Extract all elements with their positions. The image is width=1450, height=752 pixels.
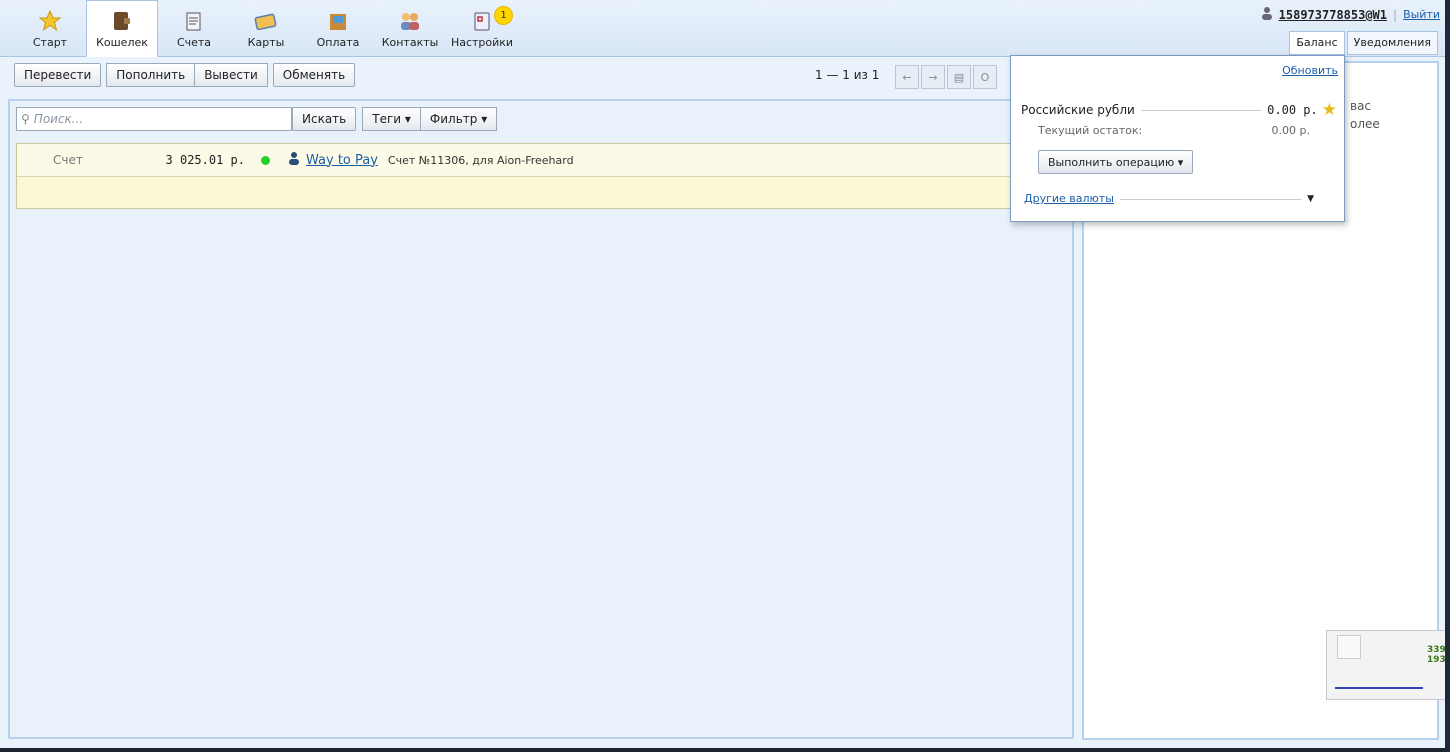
divider xyxy=(1119,198,1302,200)
right-panel-tabs: Баланс Уведомления xyxy=(1287,31,1438,55)
user-icon xyxy=(1261,6,1273,23)
search-row: ⚲ Поиск... Искать Теги ▾ Фильтр ▾ xyxy=(16,107,498,131)
star-icon xyxy=(38,10,62,32)
user-box: 158973778853@W1 | Выйти xyxy=(1261,6,1440,23)
currency-row: Российские рубли 0.00 р. ★ xyxy=(1021,100,1337,120)
tab-notifications[interactable]: Уведомления xyxy=(1346,31,1438,55)
filter-dropdown[interactable]: Фильтр ▾ xyxy=(420,107,498,131)
tab-cards[interactable]: Карты xyxy=(230,0,302,56)
settings-icon xyxy=(470,10,494,32)
tab-settings-label: Настройки xyxy=(450,36,514,49)
status-dot-icon xyxy=(261,155,270,165)
divider xyxy=(1140,109,1262,111)
invoices-icon xyxy=(182,10,206,32)
exchange-button[interactable]: Обменять xyxy=(272,63,356,87)
search-icon: ⚲ xyxy=(21,112,30,126)
contacts-icon xyxy=(398,10,422,32)
payment-icon xyxy=(326,10,350,32)
thumbnail-numbers: 339 193 xyxy=(1427,645,1446,665)
main-tabs: Старт Кошелек Счета Карты Оплата Контакт… xyxy=(14,0,518,57)
refresh-link[interactable]: Обновить xyxy=(1282,64,1338,77)
tab-invoices[interactable]: Счета xyxy=(158,0,230,56)
search-input[interactable]: ⚲ Поиск... xyxy=(16,107,292,131)
side-text-line2: олее xyxy=(1350,117,1380,131)
pager-buttons: ← → ▤ О xyxy=(895,65,999,89)
thumbnail-line xyxy=(1335,687,1423,689)
other-currencies-link[interactable]: Другие валюты xyxy=(1024,192,1114,205)
favorite-star-icon[interactable]: ★ xyxy=(1322,100,1337,120)
topup-withdraw-group: Пополнить Вывести xyxy=(106,63,268,87)
search-placeholder: Поиск... xyxy=(33,112,84,126)
action-toolbar: Перевести Пополнить Вывести Обменять xyxy=(14,63,356,87)
tags-dropdown[interactable]: Теги ▾ xyxy=(362,107,421,131)
tags-filter-group: Теги ▾ Фильтр ▾ xyxy=(362,107,498,131)
tab-contacts[interactable]: Контакты xyxy=(374,0,446,56)
side-text-line1: вас xyxy=(1350,99,1372,113)
pager-text: 1 — 1 из 1 xyxy=(815,68,880,82)
topup-button[interactable]: Пополнить xyxy=(106,63,196,87)
tab-start[interactable]: Старт xyxy=(14,0,86,56)
row-summary: Счет 3 025.01 р. Way to Pay Счет №11306,… xyxy=(17,144,1065,177)
logout-link[interactable]: Выйти xyxy=(1403,8,1440,21)
tab-wallet[interactable]: Кошелек xyxy=(86,0,158,57)
search-button[interactable]: Искать xyxy=(292,107,357,131)
withdraw-button[interactable]: Вывести xyxy=(195,63,268,87)
transactions-panel: ⚲ Поиск... Искать Теги ▾ Фильтр ▾ Счет 3… xyxy=(8,99,1074,739)
current-balance-label: Текущий остаток: xyxy=(1038,124,1143,137)
side-text: вас олее xyxy=(1350,97,1380,133)
thumbnail-image xyxy=(1337,635,1361,659)
tab-payment[interactable]: Оплата xyxy=(302,0,374,56)
top-navigation: Старт Кошелек Счета Карты Оплата Контакт… xyxy=(0,0,1450,57)
tab-invoices-label: Счета xyxy=(176,36,212,49)
currency-name: Российские рубли xyxy=(1021,103,1135,117)
thumbnail-line2: 193 xyxy=(1427,655,1446,665)
tab-payment-label: Оплата xyxy=(316,36,360,49)
right-border xyxy=(1445,0,1450,752)
row-amount: 3 025.01 р. xyxy=(165,153,245,167)
mini-thumbnail: 339 193 xyxy=(1326,630,1450,700)
tab-settings[interactable]: Настройки 1 xyxy=(446,0,518,56)
tab-wallet-label: Кошелек xyxy=(96,36,148,49)
person-icon xyxy=(288,151,300,169)
bottom-border xyxy=(0,748,1450,752)
tab-cards-label: Карты xyxy=(247,36,285,49)
tab-start-label: Старт xyxy=(32,36,68,49)
currency-amount: 0.00 р. xyxy=(1267,103,1318,117)
thumbnail-line1: 339 xyxy=(1427,645,1446,655)
balance-popup: Обновить Российские рубли 0.00 р. ★ Теку… xyxy=(1010,55,1345,222)
current-balance-row: Текущий остаток: 0.00 р. xyxy=(1038,124,1310,137)
table-row[interactable]: Счет 3 025.01 р. Way to Pay Счет №11306,… xyxy=(16,143,1066,209)
print-icon[interactable]: ▤ xyxy=(947,65,971,89)
more-button[interactable]: О xyxy=(973,65,997,89)
prev-page-button[interactable]: ← xyxy=(895,65,919,89)
current-balance-amount: 0.00 р. xyxy=(1271,124,1310,137)
counterparty-link[interactable]: Way to Pay xyxy=(306,153,378,168)
wallet-icon xyxy=(110,10,134,32)
tab-balance[interactable]: Баланс xyxy=(1289,31,1345,55)
chevron-down-icon[interactable]: ▼ xyxy=(1307,194,1314,204)
cards-icon xyxy=(254,10,278,32)
execute-operation-button[interactable]: Выполнить операцию ▾ xyxy=(1038,150,1194,174)
next-page-button[interactable]: → xyxy=(921,65,945,89)
tab-contacts-label: Контакты xyxy=(381,36,439,49)
transfer-button[interactable]: Перевести xyxy=(14,63,102,87)
row-type: Счет xyxy=(53,153,83,167)
row-description: Счет №11306, для Aion-Freehard xyxy=(387,153,574,167)
other-currencies-row: Другие валюты ▼ xyxy=(1024,192,1314,205)
notification-badge: 1 xyxy=(494,6,513,25)
separator: | xyxy=(1393,7,1398,22)
user-id-link[interactable]: 158973778853@W1 xyxy=(1279,8,1387,22)
